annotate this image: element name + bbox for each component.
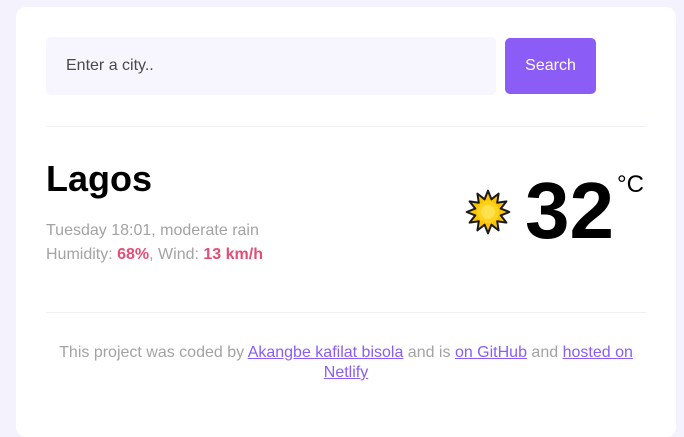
bottom-divider [46,312,646,313]
weather-details: Tuesday 18:01, moderate rain Humidity: 6… [46,219,263,267]
humidity-label: Humidity: [46,246,118,263]
author-link[interactable]: Akangbe kafilat bisola [248,344,404,361]
search-input[interactable] [46,37,496,95]
city-name: Lagos [46,158,153,199]
footer-text-1: This project was coded by [59,344,248,361]
footer-text-3: and [526,344,563,361]
search-button[interactable]: Search [505,38,596,94]
temperature-unit: °C [617,171,644,198]
date-time: Tuesday 18:01 [46,222,152,239]
wind-value: 13 km/h [203,246,263,263]
temperature-value: 32 [525,166,614,255]
weather-description: moderate rain [160,222,259,239]
date-description-line: Tuesday 18:01, moderate rain [46,222,259,239]
top-divider [46,126,646,127]
humidity-value: 68% [117,246,150,263]
wind-label: Wind: [158,246,204,263]
footer-text-2: and is [403,344,455,361]
humidity-wind-line: Humidity: 68%, Wind: 13 km/h [46,246,263,263]
sun-icon [465,189,511,235]
weather-card: Search Lagos Tuesday 18:01, moderate rai… [16,7,676,437]
footer: This project was coded by Akangbe kafila… [46,343,646,383]
github-link[interactable]: on GitHub [455,344,527,361]
